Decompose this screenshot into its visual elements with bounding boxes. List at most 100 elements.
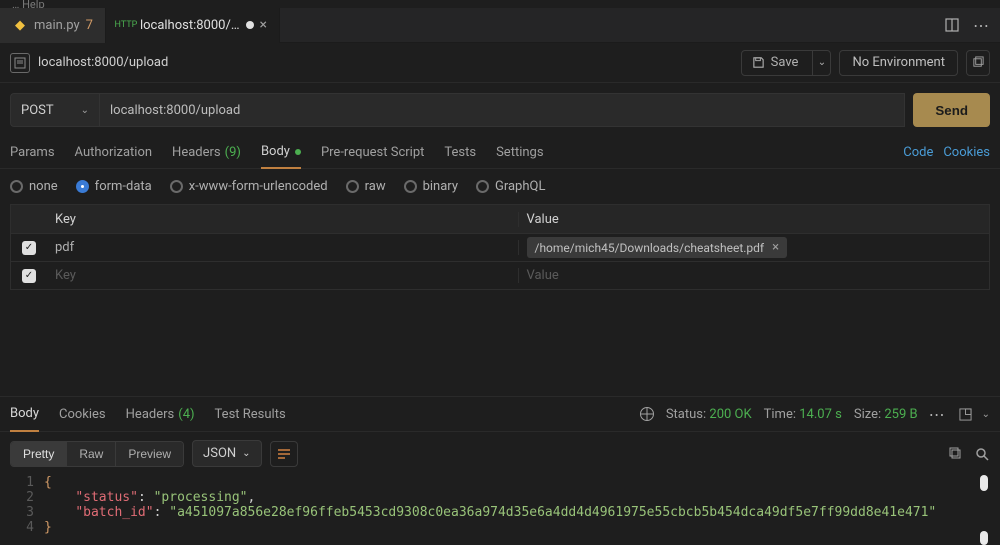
scrollbar-thumb[interactable]: [980, 475, 988, 491]
tab-response-body[interactable]: Body: [10, 396, 39, 432]
row-checkbox[interactable]: ✓: [22, 241, 36, 255]
response-tabs: Body Cookies Headers (4) Test Results St…: [0, 396, 1000, 432]
search-response-icon[interactable]: [974, 446, 990, 462]
response-toolbar: Pretty Raw Preview JSON ⌄: [0, 432, 1000, 475]
view-pretty-button[interactable]: Pretty: [11, 442, 66, 466]
save-label: Save: [771, 55, 799, 70]
close-icon[interactable]: ×: [260, 17, 267, 33]
radio-raw-label: raw: [365, 179, 386, 194]
wrap-lines-button[interactable]: [270, 441, 298, 467]
status-value: 200 OK: [709, 407, 751, 422]
time-label: Time:: [764, 407, 796, 422]
chevron-down-icon[interactable]: ⌄: [982, 409, 990, 420]
line-number: 1: [10, 475, 44, 490]
layers-icon: [972, 56, 985, 69]
radio-icon: [346, 180, 359, 193]
method-label: POST: [21, 103, 54, 118]
radio-none[interactable]: none: [10, 179, 58, 194]
line-number: 2: [10, 490, 44, 505]
save-button[interactable]: Save: [742, 50, 809, 76]
code-link[interactable]: Code: [903, 145, 933, 160]
column-key-header: Key: [47, 212, 519, 227]
copy-response-icon[interactable]: [948, 446, 964, 462]
more-icon[interactable]: ⋯: [930, 406, 946, 422]
radio-form-data[interactable]: form-data: [76, 179, 152, 194]
tab-params[interactable]: Params: [10, 137, 55, 169]
table-row: ✓ pdf /home/mich45/Downloads/cheatsheet.…: [11, 233, 989, 261]
time-value: 14.07 s: [799, 407, 842, 422]
view-preview-button[interactable]: Preview: [115, 442, 183, 466]
tab-response-cookies[interactable]: Cookies: [59, 396, 106, 432]
tab-settings[interactable]: Settings: [496, 137, 543, 169]
file-path: /home/mich45/Downloads/cheatsheet.pdf: [535, 241, 765, 255]
request-line: POST ⌄ localhost:8000/upload Send: [0, 83, 1000, 127]
tab-test-results[interactable]: Test Results: [215, 396, 286, 432]
view-raw-button[interactable]: Raw: [66, 442, 115, 466]
value-input[interactable]: Value: [519, 268, 990, 283]
tab-authorization[interactable]: Authorization: [75, 137, 153, 169]
radio-xwww-label: x-www-form-urlencoded: [189, 179, 328, 194]
tab-label: main.py: [34, 18, 80, 33]
tab-tests[interactable]: Tests: [444, 137, 476, 169]
table-header: Key Value: [11, 205, 989, 233]
save-icon: [752, 56, 765, 69]
tab-body[interactable]: Body: [261, 137, 301, 169]
radio-icon: [404, 180, 417, 193]
tab-headers-count: (9): [225, 145, 241, 160]
environment-quicklook-button[interactable]: [966, 50, 990, 76]
radio-raw[interactable]: raw: [346, 179, 386, 194]
scrollbar-thumb[interactable]: [980, 531, 988, 545]
environment-selector[interactable]: No Environment: [839, 50, 958, 76]
save-dropdown-button[interactable]: ⌄: [812, 50, 830, 76]
view-mode-segment: Pretty Raw Preview: [10, 441, 184, 467]
wrap-icon: [277, 448, 291, 460]
radio-icon: [76, 180, 89, 193]
response-format-select[interactable]: JSON ⌄: [192, 440, 262, 467]
http-method-select[interactable]: POST ⌄: [10, 93, 100, 127]
url-input[interactable]: localhost:8000/upload: [100, 93, 905, 127]
radio-binary[interactable]: binary: [404, 179, 458, 194]
radio-graphql[interactable]: GraphQL: [476, 179, 545, 194]
radio-binary-label: binary: [423, 179, 458, 194]
tab-response-headers-label: Headers: [126, 407, 175, 422]
key-input[interactable]: pdf: [47, 240, 519, 255]
tab-response-headers[interactable]: Headers (4): [126, 396, 195, 432]
value-cell[interactable]: /home/mich45/Downloads/cheatsheet.pdf ×: [519, 237, 990, 258]
radio-x-www-form-urlencoded[interactable]: x-www-form-urlencoded: [170, 179, 328, 194]
tab-main-py[interactable]: ◆ main.py 7: [0, 8, 106, 43]
chevron-down-icon: ⌄: [242, 448, 250, 459]
tab-headers-label: Headers: [172, 145, 221, 160]
tab-headers[interactable]: Headers (9): [172, 137, 241, 169]
request-tabs: Params Authorization Headers (9) Body Pr…: [0, 137, 1000, 169]
document-icon: [10, 53, 30, 73]
tab-problem-count: 7: [86, 18, 93, 33]
more-actions-icon[interactable]: ⋯: [974, 17, 990, 33]
page-title: localhost:8000/upload: [38, 55, 168, 70]
split-editor-icon[interactable]: [944, 17, 960, 33]
line-number: 4: [10, 520, 44, 535]
column-value-header: Value: [519, 212, 990, 227]
tab-body-label: Body: [261, 144, 290, 159]
cookies-link[interactable]: Cookies: [943, 145, 990, 160]
status-label: Status:: [666, 407, 706, 422]
save-group: Save ⌄: [741, 50, 832, 76]
remove-file-button[interactable]: ×: [772, 240, 779, 255]
body-type-selector: none form-data x-www-form-urlencoded raw…: [0, 169, 1000, 204]
dirty-indicator: [246, 21, 254, 29]
send-button[interactable]: Send: [913, 93, 990, 127]
save-response-icon[interactable]: [958, 406, 974, 422]
tab-prerequest[interactable]: Pre-request Script: [321, 137, 424, 169]
radio-form-data-label: form-data: [95, 179, 152, 194]
row-checkbox[interactable]: ✓: [22, 269, 36, 283]
python-file-icon: ◆: [12, 17, 28, 33]
editor-tab-bar: ◆ main.py 7 HTTP localhost:8000/… × ⋯: [0, 8, 1000, 43]
tab-response-headers-count: (4): [178, 407, 194, 422]
tab-label: localhost:8000/…: [140, 18, 240, 33]
radio-icon: [170, 180, 183, 193]
tab-request[interactable]: HTTP localhost:8000/… ×: [106, 8, 280, 43]
document-header: localhost:8000/upload Save ⌄ No Environm…: [0, 43, 1000, 83]
radio-icon: [10, 180, 23, 193]
response-body[interactable]: 1{ 2 "status": "processing", 3 "batch_id…: [0, 475, 1000, 545]
form-data-table: Key Value ✓ pdf /home/mich45/Downloads/c…: [10, 204, 990, 290]
key-input[interactable]: Key: [47, 268, 519, 283]
